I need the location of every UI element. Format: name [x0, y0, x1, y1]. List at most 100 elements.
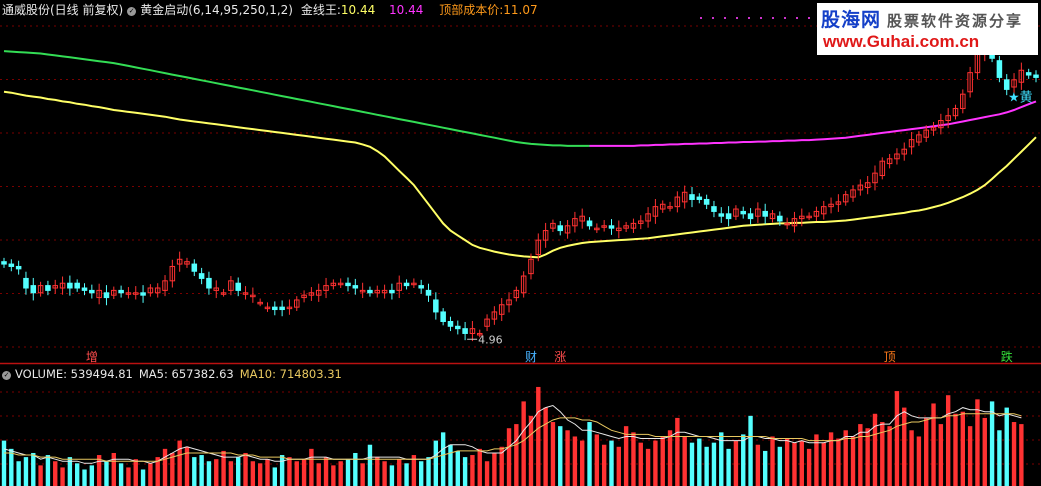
candle-body: [689, 194, 695, 200]
volume-bar: [711, 442, 717, 486]
volume-bar: [74, 463, 80, 486]
volume-bar: [982, 417, 987, 486]
volume-bar: [587, 422, 592, 486]
volume-bar: [609, 440, 614, 486]
volume-bar: [821, 442, 826, 486]
volume-bar: [331, 465, 336, 486]
candle-body: [191, 263, 198, 272]
candle-body: [345, 282, 351, 287]
volume-bar: [667, 430, 673, 486]
volume-bar: [902, 407, 907, 486]
signal-dot: [724, 17, 726, 19]
volume-bar: [316, 463, 321, 486]
volume-bar: [309, 448, 314, 486]
main-header: 通威股份(日线 前复权) ✓ 黄金启动(6,14,95,250,1,2) 金线王:1…: [2, 1, 542, 18]
volume-bar: [975, 399, 980, 486]
volume-bar: [623, 426, 629, 486]
volume-bar: [675, 417, 680, 486]
volume-bar: [279, 455, 285, 486]
volume-bar: [931, 403, 936, 486]
candle-body: [455, 325, 461, 330]
volume-bar: [462, 457, 468, 486]
volume-bar: [836, 438, 841, 486]
vol-ma10-value: MA10: 714803.31: [239, 367, 342, 381]
volume-bar: [572, 436, 578, 486]
volume-bar: [89, 465, 95, 486]
volume-bar: [133, 459, 138, 486]
candle-body: [425, 289, 432, 296]
volume-bar: [894, 391, 900, 486]
signal-marker: 涨: [554, 349, 566, 364]
candle-body: [352, 285, 359, 289]
volume-bar: [397, 459, 402, 486]
volume-bar: [726, 448, 731, 486]
volume-bar: [755, 444, 761, 486]
candle-body: [696, 196, 703, 200]
volume-bar: [206, 461, 212, 486]
candle-body: [89, 289, 95, 294]
candle-body: [67, 282, 73, 289]
candle-body: [30, 285, 37, 294]
candle-body: [718, 213, 725, 217]
volume-bar: [565, 430, 570, 486]
volume-bar: [477, 448, 482, 486]
signal-dot: [796, 17, 798, 19]
candle-body: [440, 311, 446, 322]
candle-body: [1025, 72, 1032, 76]
signal-dot: [784, 17, 786, 19]
volume-bar: [806, 448, 812, 486]
volume-bar: [243, 452, 248, 486]
ma-long-line-magenta: [589, 100, 1037, 147]
candle-body: [8, 263, 15, 267]
volume-bar: [250, 461, 256, 486]
jxw-value: 10.44: [340, 3, 376, 17]
candle-body: [747, 213, 754, 220]
volume-bar: [360, 463, 365, 486]
jxw-label: 金线王:: [300, 3, 341, 17]
signal-dot: [772, 17, 774, 19]
volume-bar: [162, 448, 168, 486]
volume-bar: [345, 459, 351, 486]
candle-body: [462, 328, 468, 334]
volume-settings-icon[interactable]: ✓: [2, 371, 11, 380]
stock-title[interactable]: 通威股份(日线 前复权): [2, 3, 123, 17]
volume-bar: [38, 465, 43, 486]
candle-body: [103, 292, 110, 299]
volume-bar: [777, 446, 783, 486]
candle-body: [996, 60, 1003, 78]
volume-bar: [418, 461, 424, 486]
volume-bar: [1011, 422, 1017, 486]
candle-body: [762, 210, 768, 217]
star-marker: ★黄: [1008, 90, 1033, 105]
volume-bar: [924, 417, 929, 486]
volume-bar: [448, 444, 453, 486]
candle-body: [586, 220, 593, 227]
signal-marker: 跌: [1001, 349, 1013, 364]
volume-header: ✓ VOLUME: 539494.81 MA5: 657382.63 MA10: 71…: [2, 367, 348, 381]
volume-bar: [404, 463, 409, 486]
volume-bar: [653, 440, 658, 486]
volume-bar: [433, 440, 439, 486]
settings-icon[interactable]: ✓: [127, 7, 137, 16]
volume-bar: [375, 457, 380, 486]
volume-bar: [484, 461, 490, 486]
candle-body: [389, 289, 395, 294]
watermark-logo: 股海网 股票软件资源分享 www.Guhai.com.cn: [817, 3, 1038, 55]
signal-marker: 顶: [884, 350, 896, 364]
candle-body: [367, 289, 373, 294]
top-cost-value: 11.07: [503, 3, 538, 17]
volume-bar: [440, 432, 446, 486]
volume-bar: [645, 448, 651, 486]
volume-bar: [236, 457, 241, 486]
volume-bar: [294, 461, 299, 486]
candle-body: [608, 225, 615, 229]
candle-body: [403, 282, 410, 287]
volume-bar: [31, 452, 36, 486]
indicator-name[interactable]: 黄金启动(6,14,95,250,1,2): [140, 3, 293, 17]
volume-bar: [580, 440, 585, 486]
volume-bar: [111, 452, 116, 486]
candle-body: [198, 273, 205, 279]
volume-bar: [521, 401, 526, 486]
volume-bar: [506, 428, 512, 486]
volume-bar: [192, 457, 197, 486]
